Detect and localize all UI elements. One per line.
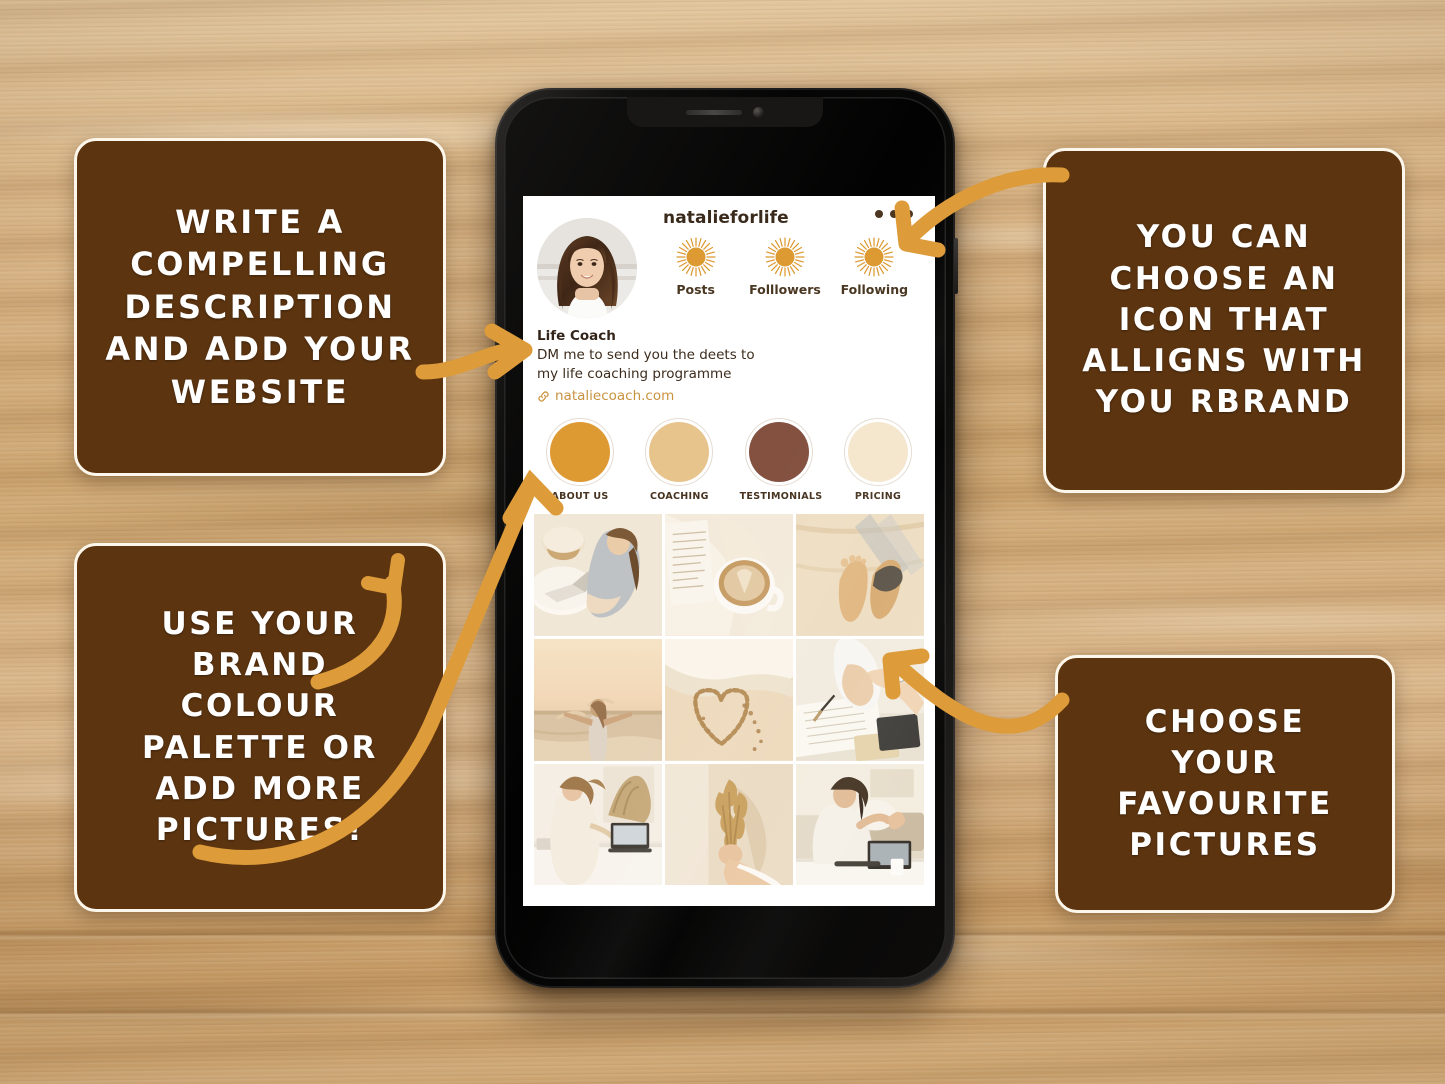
profile-bio: Life Coach DM me to send you the deets t… [523,324,935,404]
stat-label: Folllowers [749,282,821,297]
instagram-profile-screen: natalieforlife Posts Folllowers Followin… [523,196,935,906]
photo-tile[interactable] [665,514,793,636]
photo-tile[interactable] [796,763,924,886]
highlight-label: COACHING [649,491,709,503]
highlight-label: ABOUT US [551,491,609,503]
photo-tile[interactable] [665,763,793,886]
callout-text: CHOOSE YOUR FAVOURITE PICTURES [1117,703,1333,864]
mockup-canvas: natalieforlife Posts Folllowers Followin… [0,0,1445,1084]
stat-label: Following [840,282,909,297]
highlight-cover [847,422,908,483]
power-button[interactable] [954,238,958,294]
highlight-ring [645,418,714,487]
photo-grid [523,514,935,886]
stat-posts[interactable]: Posts [651,236,740,297]
highlight-ring [744,418,813,487]
bio-title: Life Coach [537,328,616,344]
earpiece-speaker-icon [686,109,742,115]
avatar[interactable] [537,218,637,318]
photo-tile[interactable] [534,514,662,636]
photo-tile[interactable] [534,763,662,886]
highlight-cover [550,422,610,483]
photo-tile[interactable] [534,638,662,761]
bio-line: my life coaching programme [537,366,732,383]
profile-stats: Posts Folllowers Following [651,236,927,297]
stat-following[interactable]: Following [830,236,919,297]
bio-link-row[interactable]: nataliecoach.com [537,388,921,404]
highlight-coaching[interactable]: COACHING [640,418,718,502]
stat-label: Posts [676,282,715,297]
bio-link-text[interactable]: nataliecoach.com [555,388,674,404]
highlight-ring [546,418,614,487]
phone-screen-bezel: natalieforlife Posts Folllowers Followin… [504,97,946,979]
highlight-pricing[interactable]: PRICING [839,418,917,502]
three-dots-icon[interactable] [875,210,913,218]
sun-icon [765,237,805,277]
photo-tile[interactable] [796,514,924,636]
phone-notch [627,97,823,127]
callout-text: WRITE A COMPELLING DESCRIPTION AND ADD Y… [105,202,415,411]
sun-icon [676,237,716,277]
choose-icon-callout: YOU CAN CHOOSE AN ICON THAT ALLIGNS WITH… [1043,148,1405,493]
story-highlights: ABOUT US COACHING TESTIMONIALS PRICING [523,404,935,502]
highlight-cover [649,422,710,483]
callout-text: YOU CAN CHOOSE AN ICON THAT ALLIGNS WITH… [1082,219,1366,421]
highlight-label: TESTIMONIALS [739,491,823,503]
phone-device: natalieforlife Posts Folllowers Followin… [495,88,958,988]
highlight-testimonials[interactable]: TESTIMONIALS [739,418,823,503]
write-description-callout: WRITE A COMPELLING DESCRIPTION AND ADD Y… [74,138,446,476]
highlight-about-us[interactable]: ABOUT US [541,418,619,502]
highlight-cover [748,422,809,483]
front-camera-icon [753,106,764,118]
photo-tile[interactable] [796,638,924,761]
favourite-pictures-callout: CHOOSE YOUR FAVOURITE PICTURES [1055,655,1395,913]
profile-username[interactable]: natalieforlife [663,208,789,228]
brand-colour-callout: USE YOUR BRAND COLOUR PALETTE OR ADD MOR… [74,543,446,912]
callout-text: USE YOUR BRAND COLOUR PALETTE OR ADD MOR… [142,605,378,848]
highlight-label: PRICING [854,491,902,503]
bio-line: DM me to send you the deets to [537,347,755,363]
stat-followers[interactable]: Folllowers [740,236,829,297]
profile-header: natalieforlife Posts Folllowers Followin… [523,196,935,324]
link-chain-icon [538,391,549,402]
highlight-ring [843,418,912,487]
photo-tile[interactable] [665,638,793,761]
sun-icon [854,237,894,277]
